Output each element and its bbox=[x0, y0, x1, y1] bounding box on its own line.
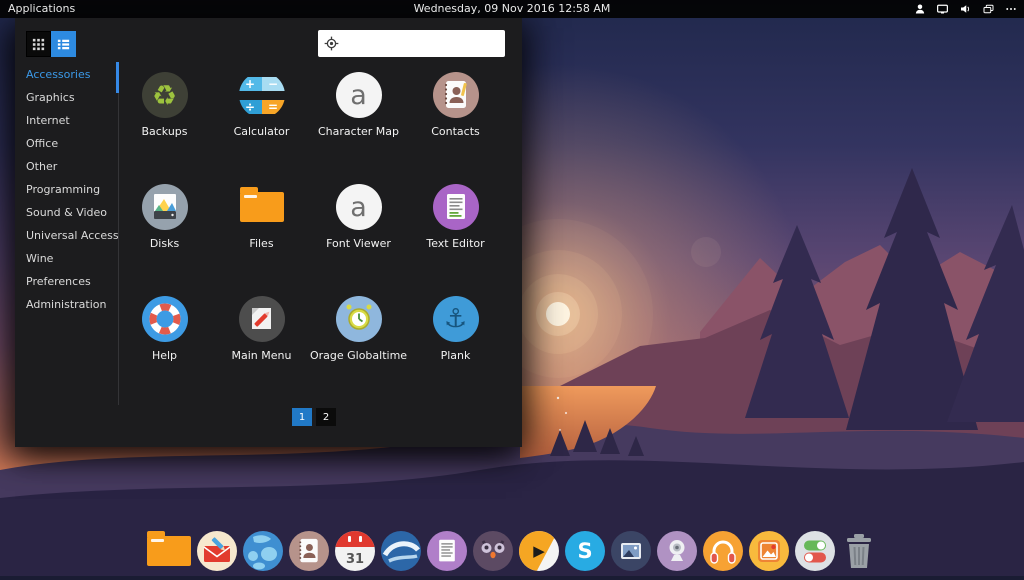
document-icon bbox=[427, 531, 467, 571]
search-input[interactable] bbox=[344, 37, 499, 51]
volume-icon[interactable] bbox=[959, 3, 972, 15]
category-accessories[interactable]: Accessories bbox=[15, 63, 115, 86]
anchor-icon: ⚓ bbox=[433, 296, 479, 342]
play-icon: ▶ bbox=[533, 542, 545, 560]
main-menu-icon bbox=[239, 296, 285, 342]
category-universal-access[interactable]: Universal Access bbox=[15, 224, 115, 247]
app-help[interactable]: Help bbox=[116, 296, 213, 408]
category-internet[interactable]: Internet bbox=[15, 109, 115, 132]
plank-dock: 31 ▶ S bbox=[0, 531, 1024, 571]
character-map-icon: a bbox=[336, 72, 382, 118]
dock-notes[interactable] bbox=[427, 531, 467, 571]
category-graphics[interactable]: Graphics bbox=[15, 86, 115, 109]
app-calculator[interactable]: + − ÷ = Calculator bbox=[213, 72, 310, 184]
dock-music[interactable] bbox=[703, 531, 743, 571]
page-1-button[interactable]: 1 bbox=[292, 408, 312, 426]
app-main-menu[interactable]: Main Menu bbox=[213, 296, 310, 408]
dock-google-earth[interactable] bbox=[381, 531, 421, 571]
dock-screenshot-tool[interactable] bbox=[749, 531, 789, 571]
dock-mail[interactable] bbox=[197, 531, 237, 571]
contacts-icon bbox=[289, 531, 329, 571]
dock-video-player[interactable]: ▶ bbox=[519, 531, 559, 571]
dock-birdie[interactable] bbox=[473, 531, 513, 571]
app-contacts[interactable]: Contacts bbox=[407, 72, 504, 184]
category-office[interactable]: Office bbox=[15, 132, 115, 155]
files-folder-icon bbox=[240, 192, 284, 222]
dock-contacts[interactable] bbox=[289, 531, 329, 571]
headphones-icon bbox=[703, 531, 743, 571]
dock-files[interactable] bbox=[147, 531, 191, 571]
mail-icon bbox=[197, 531, 237, 571]
folder-icon bbox=[147, 536, 191, 566]
application-launcher: Accessories Graphics Internet Office Oth… bbox=[15, 18, 522, 447]
app-orage-globaltime[interactable]: Orage Globaltime bbox=[310, 296, 407, 408]
app-plank[interactable]: ⚓ Plank bbox=[407, 296, 504, 408]
webcam-icon bbox=[657, 531, 697, 571]
dock-web-browser[interactable] bbox=[243, 531, 283, 571]
list-view-button[interactable] bbox=[51, 31, 76, 57]
dock-system-settings[interactable] bbox=[795, 531, 835, 571]
globe-icon bbox=[243, 531, 283, 571]
app-disks[interactable]: Disks bbox=[116, 184, 213, 296]
dock-skype[interactable]: S bbox=[565, 531, 605, 571]
skype-icon: S bbox=[577, 539, 592, 563]
app-backups[interactable]: ♻ Backups bbox=[116, 72, 213, 184]
backups-icon: ♻ bbox=[142, 72, 188, 118]
category-sound-video[interactable]: Sound & Video bbox=[15, 201, 115, 224]
category-list: Accessories Graphics Internet Office Oth… bbox=[15, 63, 115, 316]
page-switcher: 1 2 bbox=[292, 408, 336, 426]
dock-trash[interactable] bbox=[841, 531, 877, 571]
list-view-icon bbox=[57, 38, 70, 51]
page-2-button[interactable]: 2 bbox=[316, 408, 336, 426]
panel-indicators bbox=[914, 0, 1017, 18]
alarm-clock-icon bbox=[336, 296, 382, 342]
top-panel: Applications Wednesday, 09 Nov 2016 12:5… bbox=[0, 0, 1024, 18]
search-target-icon bbox=[324, 36, 339, 51]
display-icon[interactable] bbox=[936, 3, 949, 15]
applications-menu-button[interactable]: Applications bbox=[8, 0, 75, 18]
category-programming[interactable]: Programming bbox=[15, 178, 115, 201]
app-character-map[interactable]: a Character Map bbox=[310, 72, 407, 184]
category-wine[interactable]: Wine bbox=[15, 247, 115, 270]
category-other[interactable]: Other bbox=[15, 155, 115, 178]
trash-icon bbox=[842, 532, 876, 570]
calculator-icon: + − ÷ = bbox=[239, 72, 285, 118]
text-editor-icon bbox=[433, 184, 479, 230]
toggles-icon bbox=[795, 531, 835, 571]
app-grid: ♻ Backups + − ÷ = Calculator a Character… bbox=[116, 72, 504, 408]
more-icon[interactable] bbox=[1005, 3, 1017, 15]
app-text-editor[interactable]: Text Editor bbox=[407, 184, 504, 296]
clock-indicator[interactable]: Wednesday, 09 Nov 2016 12:58 AM bbox=[414, 0, 611, 18]
user-icon[interactable] bbox=[914, 3, 926, 15]
grid-view-button[interactable] bbox=[26, 31, 51, 57]
screenshot-icon bbox=[749, 531, 789, 571]
search-box bbox=[318, 30, 505, 57]
font-viewer-icon: a bbox=[336, 184, 382, 230]
app-files[interactable]: Files bbox=[213, 184, 310, 296]
calendar-icon bbox=[335, 531, 375, 547]
dock-photos[interactable] bbox=[611, 531, 651, 571]
view-toggle bbox=[26, 31, 76, 57]
category-administration[interactable]: Administration bbox=[15, 293, 115, 316]
photo-icon bbox=[611, 531, 651, 571]
dock-calendar[interactable]: 31 bbox=[335, 531, 375, 571]
app-font-viewer[interactable]: a Font Viewer bbox=[310, 184, 407, 296]
help-lifesaver-icon bbox=[142, 296, 188, 342]
disks-icon bbox=[142, 184, 188, 230]
dock-camera[interactable] bbox=[657, 531, 697, 571]
google-earth-icon bbox=[381, 531, 421, 571]
grid-view-icon bbox=[32, 38, 45, 51]
contacts-icon bbox=[433, 72, 479, 118]
windows-icon[interactable] bbox=[982, 3, 995, 15]
owl-icon bbox=[473, 531, 513, 571]
category-preferences[interactable]: Preferences bbox=[15, 270, 115, 293]
